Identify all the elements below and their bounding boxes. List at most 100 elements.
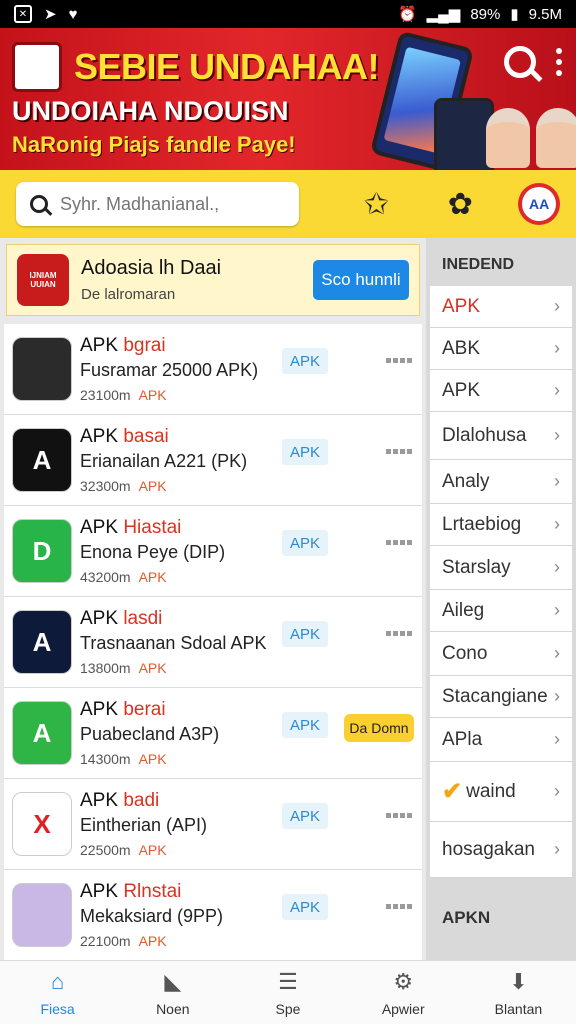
- list-item[interactable]: A APK basai Erianailan A221 (PK) 32300m A…: [4, 415, 422, 506]
- clock: 9.5M: [528, 5, 562, 23]
- chevron-right-icon: ›: [554, 729, 560, 749]
- banner-title: SEBIE UNDAHAA!: [74, 46, 380, 87]
- bottom-navigation: ⌂ Fiesa ◣ Noen ☰ Spe ⚙ Apwier ⬇ Blantan: [0, 960, 576, 1024]
- gear-icon: ⚙: [393, 968, 414, 994]
- nav-label: Fiesa: [40, 1000, 75, 1017]
- list-item[interactable]: A APK berai Puabecland A3P) 14300m APK AP…: [4, 688, 422, 779]
- promo-subtitle: De lalromaran: [81, 286, 176, 303]
- chevron-right-icon: ›: [554, 338, 560, 358]
- more-dots-icon[interactable]: [386, 358, 412, 363]
- battery-level: 89%: [470, 5, 501, 23]
- sidebar-item-label: waind: [466, 780, 516, 802]
- app-subtitle: Fusramar 25000 APK): [80, 360, 259, 380]
- banner-tagline: NaRonig Piajs fandle Paye!: [12, 132, 296, 157]
- chevron-right-icon: ›: [554, 425, 560, 445]
- app-icon: [12, 883, 72, 947]
- chevron-right-icon: ›: [554, 781, 560, 801]
- nav-home[interactable]: ⌂ Fiesa: [0, 961, 115, 1024]
- sidebar-item[interactable]: Lrtaebiog ›: [430, 504, 572, 546]
- person-illustration: [486, 108, 530, 168]
- sidebar-item[interactable]: Cono ›: [430, 632, 572, 676]
- app-subtitle: Erianailan A221 (PK): [80, 451, 248, 471]
- star-icon[interactable]: ✩: [357, 184, 397, 224]
- app-subtitle: Trasnaanan Sdoal APK: [80, 633, 267, 653]
- chevron-right-icon: ›: [554, 471, 560, 491]
- sidebar-item[interactable]: Stacangiane ›: [430, 676, 572, 718]
- download-button[interactable]: Da Domn: [344, 714, 414, 742]
- sidebar-item[interactable]: Aileg ›: [430, 590, 572, 632]
- app-icon: A: [12, 428, 72, 492]
- sidebar-item-label: Analy: [442, 470, 490, 492]
- apk-badge[interactable]: APK: [282, 348, 328, 374]
- more-dots-icon[interactable]: [386, 631, 412, 636]
- promo-logo: IJNIAM UUIAN: [17, 254, 69, 306]
- sidebar-item[interactable]: Starslay ›: [430, 546, 572, 590]
- sidebar-item[interactable]: Dlalohusa ›: [430, 412, 572, 460]
- sidebar-item-label: APK: [442, 295, 481, 317]
- apk-badge[interactable]: APK: [282, 803, 328, 829]
- search-input[interactable]: [60, 193, 270, 215]
- list-item[interactable]: X APK badi Eintherian (API) 22500m APK AP…: [4, 779, 422, 870]
- app-subtitle: Puabecland A3P): [80, 724, 220, 744]
- apk-badge[interactable]: APK: [282, 712, 328, 738]
- sidebar-item[interactable]: ✔ waind ›: [430, 762, 572, 822]
- app-title: APK lasdi: [80, 608, 163, 629]
- sidebar-item-label: APK: [442, 379, 481, 401]
- gallery-icon: ✕: [14, 5, 32, 23]
- app-size: 13800m APK: [80, 660, 167, 676]
- sidebar-item[interactable]: hosagakan ›: [430, 822, 572, 878]
- home-icon: ⌂: [50, 968, 65, 994]
- chevron-right-icon: ›: [554, 557, 560, 577]
- promo-card[interactable]: IJNIAM UUIAN Adoasia lh Daai De lalromar…: [6, 244, 420, 316]
- list-item[interactable]: D APK Hiastai Enona Peye (DIP) 43200m APK…: [4, 506, 422, 597]
- brand-icon[interactable]: AA: [518, 183, 560, 225]
- chevron-right-icon: ›: [554, 643, 560, 663]
- promo-button[interactable]: Sco hunnli: [313, 260, 409, 300]
- check-icon: ✔: [442, 778, 463, 805]
- more-menu-icon[interactable]: [556, 48, 562, 76]
- search-bar[interactable]: [16, 182, 299, 226]
- nav-download[interactable]: ⬇ Blantan: [461, 961, 576, 1024]
- apk-badge[interactable]: APK: [282, 530, 328, 556]
- more-dots-icon[interactable]: [386, 813, 412, 818]
- nav-label: Spe: [275, 1000, 301, 1017]
- app-size: 14300m APK: [80, 751, 167, 767]
- apk-badge[interactable]: APK: [282, 894, 328, 920]
- sidebar-item-label: Lrtaebiog: [442, 513, 522, 535]
- hero-banner[interactable]: SEBIE UNDAHAA! UNDOIAHA NDOUISN NaRonig …: [0, 28, 576, 170]
- list-item[interactable]: APK bgrai Fusramar 25000 APK) 23100m APK …: [4, 324, 422, 415]
- download-icon: ⬇: [509, 968, 528, 994]
- sidebar-item-label: ABK: [442, 337, 481, 359]
- sidebar-item-label: Dlalohusa: [442, 424, 527, 446]
- gear-icon[interactable]: ✿: [440, 184, 480, 224]
- search-icon[interactable]: [504, 46, 536, 78]
- layers-icon: ☰: [278, 968, 298, 994]
- nav-layers[interactable]: ☰ Spe: [230, 961, 345, 1024]
- signal-icon: ▂▄▆: [426, 6, 461, 23]
- status-bar: ✕ ➤ ♥ ⏰ ▂▄▆ 89% ▮ 9.5M: [0, 0, 576, 28]
- more-dots-icon[interactable]: [386, 540, 412, 545]
- sidebar-item-label: hosagakan: [442, 838, 535, 860]
- more-dots-icon[interactable]: [386, 904, 412, 909]
- nav-games[interactable]: ◣ Noen: [115, 961, 230, 1024]
- sidebar-item-label: APla: [442, 728, 483, 750]
- promo-title: Adoasia lh Daai: [81, 257, 222, 279]
- nav-settings[interactable]: ⚙ Apwier: [346, 961, 461, 1024]
- nav-label: Apwier: [381, 1000, 425, 1017]
- brand-logo: [12, 42, 62, 92]
- sidebar-item[interactable]: APla ›: [430, 718, 572, 762]
- list-item[interactable]: APK Rlnstai Mekaksiard (9PP) 22100m APK A…: [4, 870, 422, 960]
- more-dots-icon[interactable]: [386, 449, 412, 454]
- apk-badge[interactable]: APK: [282, 439, 328, 465]
- list-item[interactable]: A APK lasdi Trasnaanan Sdoal APK 13800m A…: [4, 597, 422, 688]
- nav-label: Noen: [156, 1000, 190, 1017]
- app-size: 22500m APK: [80, 842, 167, 858]
- sidebar-item[interactable]: Analy ›: [430, 460, 572, 504]
- sidebar-item[interactable]: APK ›: [430, 286, 572, 328]
- sidebar-item-label: Starslay: [442, 556, 511, 578]
- app-list: IJNIAM UUIAN Adoasia lh Daai De lalromar…: [0, 238, 426, 960]
- sidebar-item[interactable]: APK ›: [430, 370, 572, 412]
- sidebar-item[interactable]: ABK ›: [430, 328, 572, 370]
- apk-badge[interactable]: APK: [282, 621, 328, 647]
- alarm-icon: ⏰: [397, 6, 417, 23]
